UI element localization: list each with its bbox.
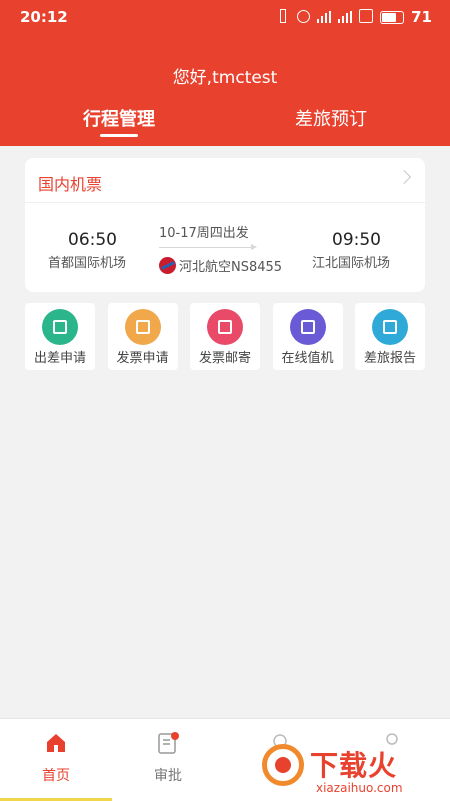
departure-airport: 首都国际机场 xyxy=(48,256,127,271)
service-grid: 出差申请 发票申请 发票邮寄 在线值机 差旅报告 xyxy=(25,303,425,370)
service-invoice-request[interactable]: 发票申请 xyxy=(107,303,178,370)
departure-time: 06:50 xyxy=(68,230,117,250)
watermark: 下载火 xiazaihuo.com xyxy=(262,738,450,800)
approval-icon xyxy=(158,732,179,754)
airline-flight: 河北航空NS8455 xyxy=(179,260,283,275)
header: 您好,tmctest 行程管理 差旅预订 xyxy=(0,32,450,146)
service-label: 发票邮寄 xyxy=(198,351,251,366)
arrival-airport: 江北国际机场 xyxy=(312,256,391,271)
service-invoice-mail[interactable]: 发票邮寄 xyxy=(190,303,260,370)
card-divider xyxy=(25,202,425,203)
route-arrow xyxy=(159,244,257,250)
service-label: 在线值机 xyxy=(281,351,334,366)
service-label: 出差申请 xyxy=(33,351,86,366)
home-icon xyxy=(47,734,65,752)
briefcase-icon xyxy=(42,309,78,345)
status-icons: 71 xyxy=(275,8,432,26)
service-label: 差旅报告 xyxy=(363,351,416,366)
arrival-time: 09:50 xyxy=(332,230,381,250)
greeting-text: 您好,tmctest xyxy=(172,68,278,88)
service-online-checkin[interactable]: 在线值机 xyxy=(272,303,343,370)
active-tab-indicator xyxy=(100,134,138,137)
watermark-text: 下载火 xyxy=(310,749,398,782)
airline-logo-icon xyxy=(159,257,176,274)
signal-icon xyxy=(338,11,353,23)
mail-icon xyxy=(207,309,243,345)
nav-approval-label: 审批 xyxy=(154,768,182,784)
hd-signal-icon xyxy=(359,9,374,23)
status-time: 20:12 xyxy=(20,8,68,26)
trip-card[interactable]: 国内机票 06:50 首都国际机场 10-17周四出发 河北航空NS8455 0… xyxy=(25,158,425,292)
flight-date: 10-17周四出发 xyxy=(159,226,249,241)
download-logo-icon xyxy=(262,744,304,786)
battery-level: 71 xyxy=(411,8,432,26)
status-bar: 20:12 71 xyxy=(0,0,450,32)
nav-home-label: 首页 xyxy=(42,768,70,784)
airline-info: 河北航空NS8455 xyxy=(159,256,282,275)
service-travel-request[interactable]: 出差申请 xyxy=(25,303,95,370)
ticket-icon xyxy=(124,309,161,345)
watermark-url: xiazaihuo.com xyxy=(316,781,403,795)
service-label: 发票申请 xyxy=(116,351,169,366)
chevron-right-icon[interactable] xyxy=(396,169,412,185)
card-title: 国内机票 xyxy=(38,175,103,194)
tab-travel-booking[interactable]: 差旅预订 xyxy=(261,105,401,131)
nav-approval[interactable]: 审批 xyxy=(112,719,224,801)
report-icon xyxy=(372,309,408,345)
nav-home[interactable]: 首页 xyxy=(0,719,112,801)
tab-trip-management[interactable]: 行程管理 xyxy=(49,105,189,131)
alarm-icon xyxy=(296,10,311,23)
vibrate-icon xyxy=(275,9,289,23)
seat-icon xyxy=(289,309,326,345)
service-travel-report[interactable]: 差旅报告 xyxy=(355,303,425,370)
signal-icon xyxy=(317,11,332,23)
battery-icon xyxy=(380,10,405,24)
